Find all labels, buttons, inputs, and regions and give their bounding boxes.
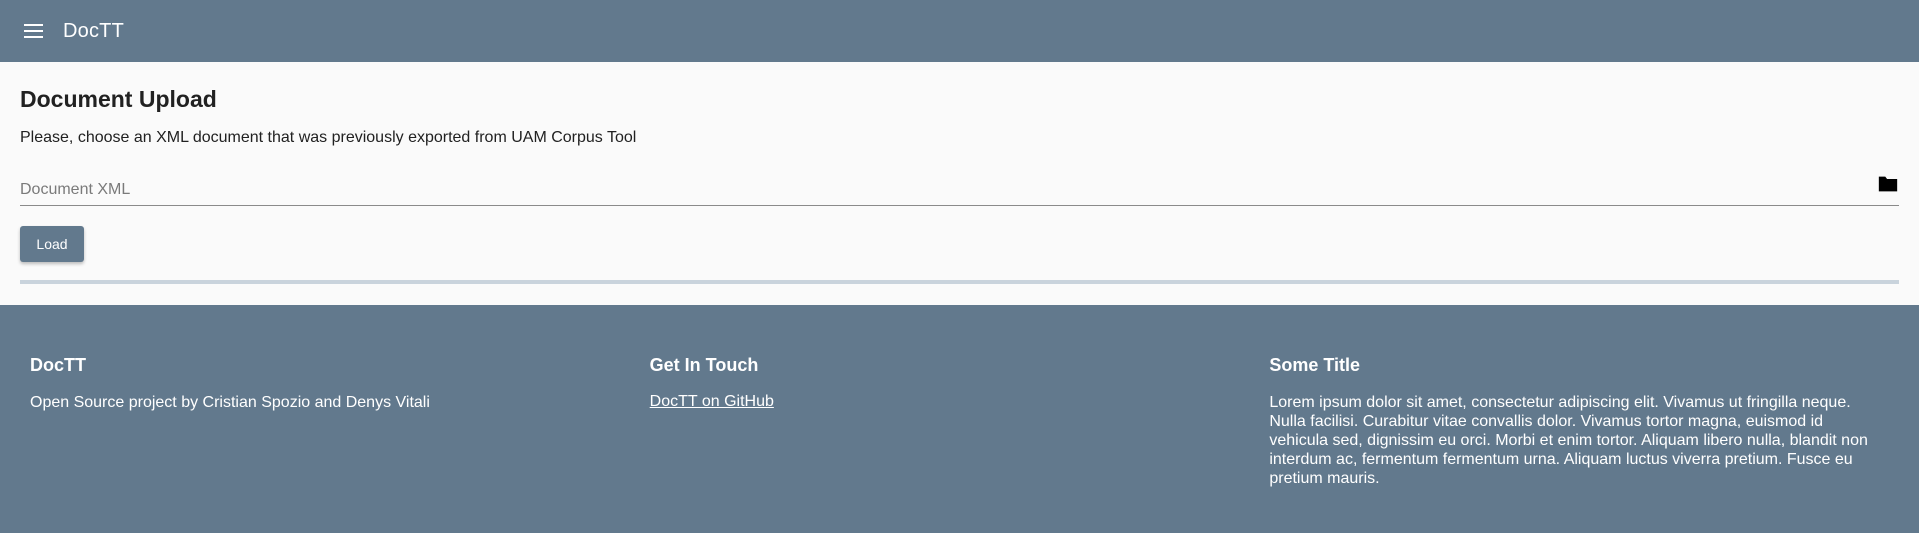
progress-track	[20, 280, 1899, 284]
page-title: Document Upload	[20, 86, 217, 112]
footer-extra-text: Lorem ipsum dolor sit amet, consectetur …	[1269, 394, 1868, 487]
main-content: Document Upload Please, choose an XML do…	[0, 62, 1919, 305]
footer-extra: Some Title Lorem ipsum dolor sit amet, c…	[1269, 354, 1889, 533]
document-xml-field[interactable]	[20, 174, 1899, 206]
footer-about-text: Open Source project by Cristian Spozio a…	[30, 394, 430, 411]
load-button[interactable]: Load	[20, 226, 84, 262]
app-bar: DocTT	[0, 0, 1919, 62]
footer: DocTT Open Source project by Cristian Sp…	[0, 305, 1919, 533]
footer-contact-title: Get In Touch	[649, 355, 759, 375]
footer-extra-title: Some Title	[1269, 355, 1361, 375]
folder-icon[interactable]	[1877, 174, 1899, 194]
document-xml-input[interactable]	[20, 174, 1820, 202]
app-title: DocTT	[63, 19, 124, 42]
footer-about: DocTT Open Source project by Cristian Sp…	[30, 354, 650, 533]
upload-instructions: Please, choose an XML document that was …	[20, 129, 637, 146]
github-link[interactable]: DocTT on GitHub	[650, 393, 774, 410]
footer-contact: Get In Touch DocTT on GitHub	[650, 354, 1270, 533]
menu-icon[interactable]	[20, 18, 46, 44]
footer-about-title: DocTT	[30, 355, 86, 375]
